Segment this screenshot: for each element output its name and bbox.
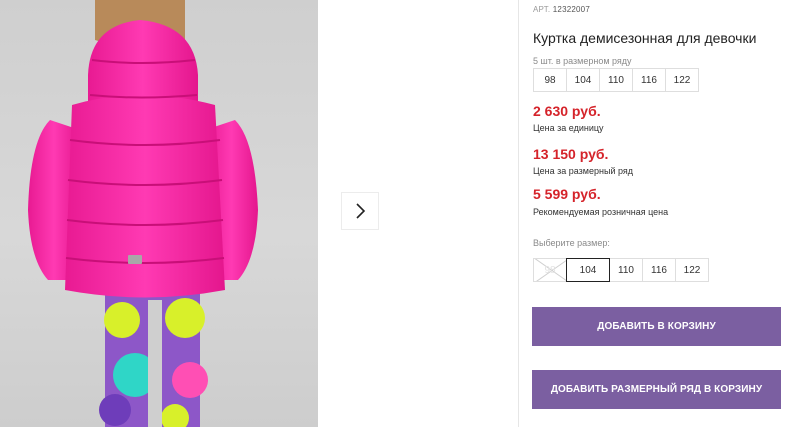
article-value: 12322007 bbox=[552, 5, 590, 14]
size-option-110[interactable]: 110 bbox=[609, 258, 643, 282]
size-option-122[interactable]: 122 bbox=[675, 258, 709, 282]
unit-price: 2 630 руб. bbox=[533, 103, 601, 119]
gallery-next-button[interactable] bbox=[341, 192, 379, 230]
choose-size-label: Выберите размер: bbox=[533, 238, 610, 248]
set-price: 13 150 руб. bbox=[533, 146, 609, 162]
add-size-set-to-cart-button[interactable]: ДОБАВИТЬ РАЗМЕРНЫЙ РЯД В КОРЗИНУ bbox=[532, 370, 781, 409]
girl-in-pink-jacket-image bbox=[28, 0, 258, 427]
set-size-cell: 104 bbox=[566, 68, 600, 92]
size-option-104-selected[interactable]: 104 bbox=[566, 258, 610, 282]
set-price-label: Цена за размерный ряд bbox=[533, 166, 634, 176]
set-size-cell: 110 bbox=[599, 68, 633, 92]
set-quantity-note: 5 шт. в размерном ряду bbox=[533, 56, 632, 66]
set-sizes-row: 98 104 110 116 122 bbox=[533, 68, 699, 92]
unit-price-label: Цена за единицу bbox=[533, 123, 604, 133]
retail-price-label: Рекомендуемая розничная цена bbox=[533, 207, 669, 217]
retail-price: 5 599 руб. bbox=[533, 186, 601, 202]
set-size-cell: 122 bbox=[665, 68, 699, 92]
set-size-cell: 116 bbox=[632, 68, 666, 92]
article-number: АРТ. 12322007 bbox=[533, 5, 590, 14]
article-label: АРТ. bbox=[533, 5, 551, 14]
product-title: Куртка демисезонная для девочки bbox=[533, 30, 757, 46]
size-picker: 98 104 110 116 122 bbox=[533, 258, 709, 282]
size-option-98-unavailable: 98 bbox=[533, 258, 567, 282]
panel-divider bbox=[518, 0, 519, 427]
add-to-cart-button[interactable]: ДОБАВИТЬ В КОРЗИНУ bbox=[532, 307, 781, 346]
set-size-cell: 98 bbox=[533, 68, 567, 92]
chevron-right-icon bbox=[356, 203, 366, 219]
size-option-116[interactable]: 116 bbox=[642, 258, 676, 282]
product-photo[interactable] bbox=[0, 0, 318, 427]
